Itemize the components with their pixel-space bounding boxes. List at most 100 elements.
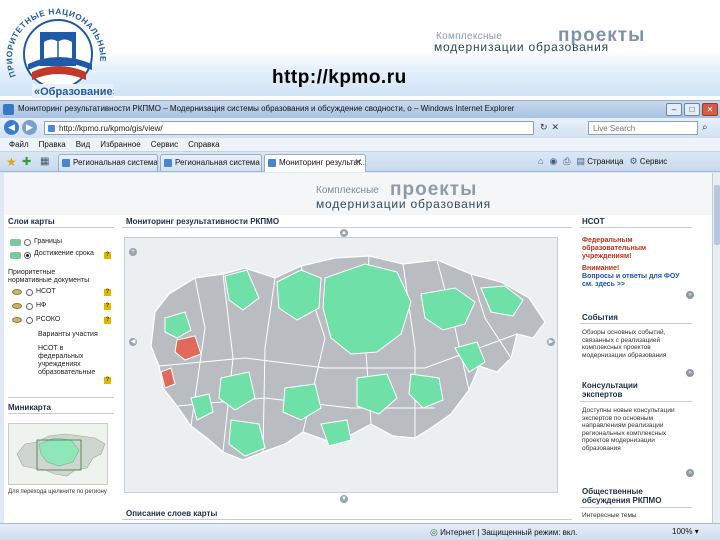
web-page: Комплексные проекты модернизации образов… (4, 173, 712, 523)
divider (8, 413, 114, 414)
menu-edit[interactable]: Правка (34, 138, 71, 151)
stop-icon[interactable]: ✕ (552, 122, 564, 132)
back-arrow-icon[interactable]: ◀ (4, 120, 19, 135)
coins-icon (12, 317, 22, 323)
home-icon[interactable]: ⌂ (538, 156, 543, 167)
layer-radio-deadline[interactable] (24, 252, 31, 259)
tab-label: Региональная система об... (175, 158, 261, 167)
tab-close-icon[interactable]: ✕ (354, 157, 362, 168)
attention-label: Внимание! (582, 265, 620, 272)
layer-map-icon (10, 239, 21, 246)
gear-icon: ⚙ (629, 156, 638, 166)
globe-icon: ◎ (430, 527, 438, 537)
tab-regional-2[interactable]: Региональная система об... (160, 154, 262, 171)
menu-favorites[interactable]: Избранное (95, 138, 146, 151)
slide-url: http://kpmo.ru (272, 67, 407, 88)
site-brand[interactable]: Комплексные проекты модернизации образов… (314, 179, 514, 213)
window-controls: – □ ✕ (666, 103, 718, 116)
menu-bar: Файл Правка Вид Избранное Сервис Справка (0, 138, 720, 152)
layers-panel: Слои карты Границы Достижение срока ? Пр… (4, 215, 118, 523)
divider (8, 397, 114, 398)
forward-arrow-icon[interactable]: ▶ (22, 120, 37, 135)
page-menu[interactable]: ▤ Страница (577, 156, 624, 167)
menu-help[interactable]: Справка (183, 138, 224, 151)
minimap[interactable] (8, 423, 108, 485)
faq-link[interactable]: Вопросы и ответы для ФОУ см. здесь >> (582, 273, 692, 289)
more-icon[interactable]: » (686, 369, 694, 377)
pan-up-icon[interactable]: ▲ (340, 229, 348, 237)
logo-bottom-text: «Образование» (34, 86, 114, 98)
slide-brand-sub: модернизации образования (434, 40, 609, 54)
menu-file[interactable]: Файл (4, 138, 34, 151)
minimap-title: Миникарта (8, 403, 51, 412)
layer-nsot-label: НСОТ (36, 288, 56, 295)
layer-radio-borders[interactable] (24, 239, 31, 246)
more-icon[interactable]: » (686, 291, 694, 299)
site-brand-small: Комплексные (316, 185, 379, 196)
help-icon[interactable]: ? (104, 303, 111, 310)
slide-header: ПРИОРИТЕТНЫЕ НАЦИОНАЛЬНЫЕ ПРОЕКТЫ «Образ… (0, 0, 720, 100)
map-panel: Мониторинг результативности РКПМО ▲ + ◀ … (122, 215, 572, 523)
layer-map-icon (10, 252, 21, 259)
tab-regional-1[interactable]: Региональная система о... (58, 154, 158, 171)
refresh-icon[interactable]: ↻ (540, 122, 552, 132)
help-icon[interactable]: ? (104, 317, 111, 324)
print-icon[interactable]: ⎙ (563, 156, 570, 167)
nsot-title: НСОТ (582, 217, 605, 226)
layer-deadline-label: Достижение срока (34, 250, 94, 257)
add-favorite-icon[interactable]: ✚ (22, 155, 31, 168)
coins-icon (12, 289, 22, 295)
feeds-icon[interactable]: ◉ (549, 156, 557, 167)
help-icon[interactable]: ? (104, 377, 111, 384)
russia-map[interactable]: + ◀ ▶ (124, 237, 558, 493)
tab-favicon-icon (268, 159, 276, 167)
status-zone-label: Интернет | Защищенный режим: вкл. (440, 528, 578, 537)
layer-radio-nsot[interactable] (26, 289, 33, 296)
menu-tools[interactable]: Сервис (146, 138, 183, 151)
close-button[interactable]: ✕ (702, 103, 718, 116)
tools-menu[interactable]: ⚙ Сервис (630, 156, 668, 167)
coins-icon (12, 303, 22, 309)
favorites-star-icon[interactable]: ★ (6, 155, 17, 169)
help-icon[interactable]: ? (104, 289, 111, 296)
layer-variants-label: Варианты участия (38, 331, 98, 338)
search-input[interactable] (588, 121, 698, 135)
status-zone: ◎ Интернет | Защищенный режим: вкл. (430, 527, 577, 538)
divider (580, 401, 692, 402)
vertical-scrollbar[interactable] (712, 173, 720, 523)
site-brand-sub: модернизации образования (316, 197, 491, 211)
divider (122, 227, 572, 228)
divider (122, 519, 572, 520)
layer-nsot-federal-label: НСОТ в федеральных учреждениях образоват… (38, 345, 96, 376)
menu-view[interactable]: Вид (71, 138, 95, 151)
layers-title: Слои карты (8, 217, 55, 226)
consultations-text: Доступны новые консультации экспертов по… (582, 407, 675, 452)
scrollbar-thumb[interactable] (714, 185, 720, 245)
minimap-note: Для перехода щелкните по региону (8, 489, 107, 495)
more-icon[interactable]: » (686, 469, 694, 477)
layer-radio-nf[interactable] (26, 303, 33, 310)
tab-favicon-icon (62, 159, 70, 167)
tab-monitoring[interactable]: Мониторинг результат... ✕ (264, 154, 366, 172)
browser-window: Мониторинг результативности РКПМО – Моде… (0, 100, 720, 540)
help-icon[interactable]: ? (104, 252, 111, 259)
map-panel-title: Мониторинг результативности РКПМО (126, 217, 280, 226)
quick-tabs-icon[interactable]: ▦ (40, 156, 52, 168)
minimize-button[interactable]: – (666, 103, 682, 116)
zoom-control[interactable]: 100% ▾ (672, 527, 699, 536)
zoom-label: 100% (672, 527, 693, 536)
pan-down-icon[interactable]: ▼ (340, 495, 348, 503)
pan-left-icon[interactable]: ◀ (129, 338, 137, 346)
layer-radio-rsoko[interactable] (26, 317, 33, 324)
tools-menu-label: Сервис (639, 157, 668, 166)
zoom-slider-icon[interactable]: + (129, 248, 137, 256)
page-favicon-icon (48, 125, 55, 132)
divider (580, 507, 692, 508)
divider (8, 227, 114, 228)
pan-right-icon[interactable]: ▶ (547, 338, 555, 346)
nsot-notice-link[interactable]: Федеральным образовательным учреждениям! (582, 237, 666, 261)
address-input[interactable] (44, 121, 534, 135)
maximize-button[interactable]: □ (684, 103, 700, 116)
consultations-title: Консультации экспертов (582, 381, 638, 399)
search-icon[interactable]: ⌕ (702, 122, 714, 134)
